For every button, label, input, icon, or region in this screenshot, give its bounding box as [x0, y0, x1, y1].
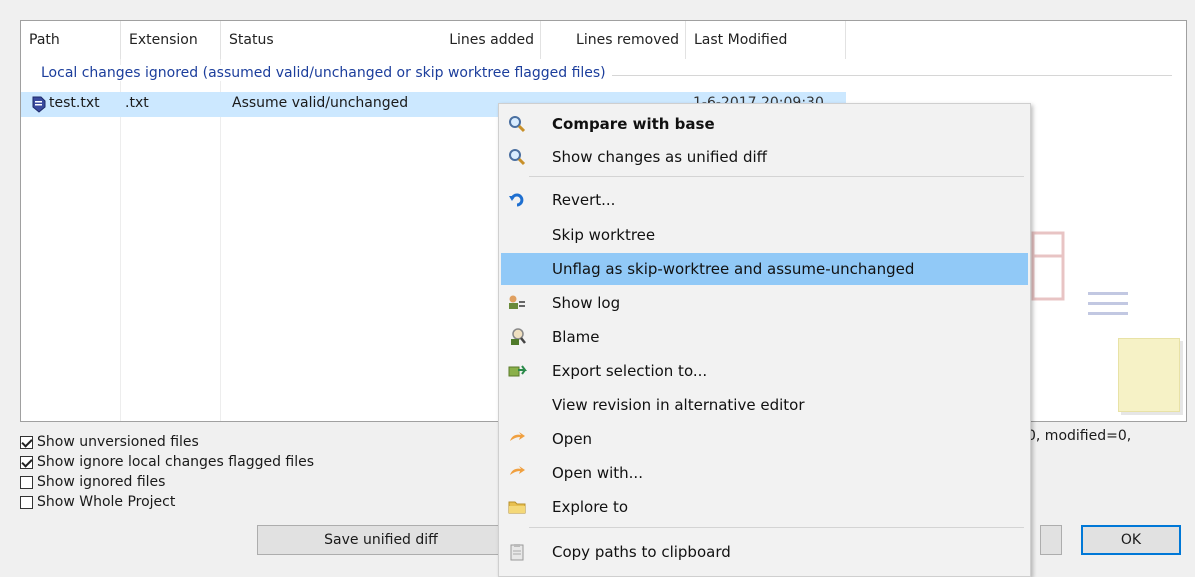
- checkbox-label: Show ignored files: [37, 474, 166, 490]
- checkbox-label: Show Whole Project: [37, 494, 176, 510]
- menu-item-compare-with-base[interactable]: Compare with base: [501, 108, 1028, 140]
- ok-button[interactable]: OK: [1081, 525, 1181, 555]
- col-header-last-modified[interactable]: Last Modified: [686, 21, 846, 59]
- menu-item-copy-paths[interactable]: Copy paths to clipboard: [501, 536, 1028, 568]
- checkbox-show-whole-project[interactable]: Show Whole Project: [20, 492, 314, 512]
- blame-icon: [511, 328, 526, 345]
- magnifier-icon: [509, 149, 526, 166]
- menu-item-export-selection[interactable]: Export selection to...: [501, 355, 1028, 387]
- menu-item-revert[interactable]: Revert...: [501, 184, 1028, 216]
- checkbox-label: Show unversioned files: [37, 434, 199, 450]
- menu-separator: [529, 527, 1024, 528]
- menu-item-show-log[interactable]: Show log: [501, 287, 1028, 319]
- menu-item-open[interactable]: Open: [501, 423, 1028, 455]
- background-watermark-icon: [1031, 231, 1065, 301]
- modified-file-icon: [32, 96, 46, 113]
- folder-icon: [508, 501, 526, 514]
- background-lines-icon: [1088, 292, 1128, 315]
- col-header-path[interactable]: Path: [21, 21, 121, 59]
- file-status: Assume valid/unchanged: [232, 95, 409, 111]
- menu-item-blame[interactable]: Blame: [501, 321, 1028, 353]
- open-with-icon: [510, 466, 525, 475]
- open-icon: [510, 432, 525, 441]
- menu-separator: [529, 176, 1024, 177]
- hidden-button[interactable]: [1040, 525, 1062, 555]
- save-unified-diff-button[interactable]: Save unified diff: [257, 525, 505, 555]
- context-menu[interactable]: Compare with base Show changes as unifie…: [498, 103, 1031, 577]
- checkbox-show-unversioned[interactable]: Show unversioned files: [20, 432, 314, 452]
- checkbox[interactable]: [20, 495, 33, 509]
- file-path: test.txt: [49, 95, 100, 111]
- checkbox[interactable]: [20, 475, 33, 489]
- filter-options: Show unversioned files Show ignore local…: [20, 432, 314, 512]
- col-header-lines-added[interactable]: Lines added: [321, 21, 541, 59]
- checkbox-show-ignored[interactable]: Show ignored files: [20, 472, 314, 492]
- checkbox-label: Show ignore local changes flagged files: [37, 454, 315, 470]
- checkbox[interactable]: [20, 435, 33, 449]
- status-summary: 0, modified=0,: [1027, 428, 1132, 444]
- revert-icon: [509, 193, 524, 207]
- menu-item-skip-worktree[interactable]: Skip worktree: [501, 219, 1028, 251]
- menu-item-view-alt-editor[interactable]: View revision in alternative editor: [501, 389, 1028, 421]
- checkbox-show-ignore-local-changes[interactable]: Show ignore local changes flagged files: [20, 452, 314, 472]
- checkbox[interactable]: [20, 455, 33, 469]
- magnifier-icon: [509, 116, 526, 133]
- clipboard-icon: [510, 544, 524, 561]
- col-header-extension[interactable]: Extension: [121, 21, 221, 59]
- menu-item-show-unified-diff[interactable]: Show changes as unified diff: [501, 141, 1028, 173]
- export-icon: [508, 365, 527, 377]
- group-header: Local changes ignored (assumed valid/unc…: [41, 65, 612, 81]
- menu-item-open-with[interactable]: Open with...: [501, 457, 1028, 489]
- menu-item-explore-to[interactable]: Explore to: [501, 491, 1028, 523]
- log-icon: [509, 295, 525, 309]
- menu-item-unflag-skip-worktree[interactable]: Unflag as skip-worktree and assume-uncha…: [501, 253, 1028, 285]
- col-header-lines-removed[interactable]: Lines removed: [541, 21, 686, 59]
- background-note-icon: [1118, 338, 1180, 412]
- file-extension: .txt: [125, 95, 149, 111]
